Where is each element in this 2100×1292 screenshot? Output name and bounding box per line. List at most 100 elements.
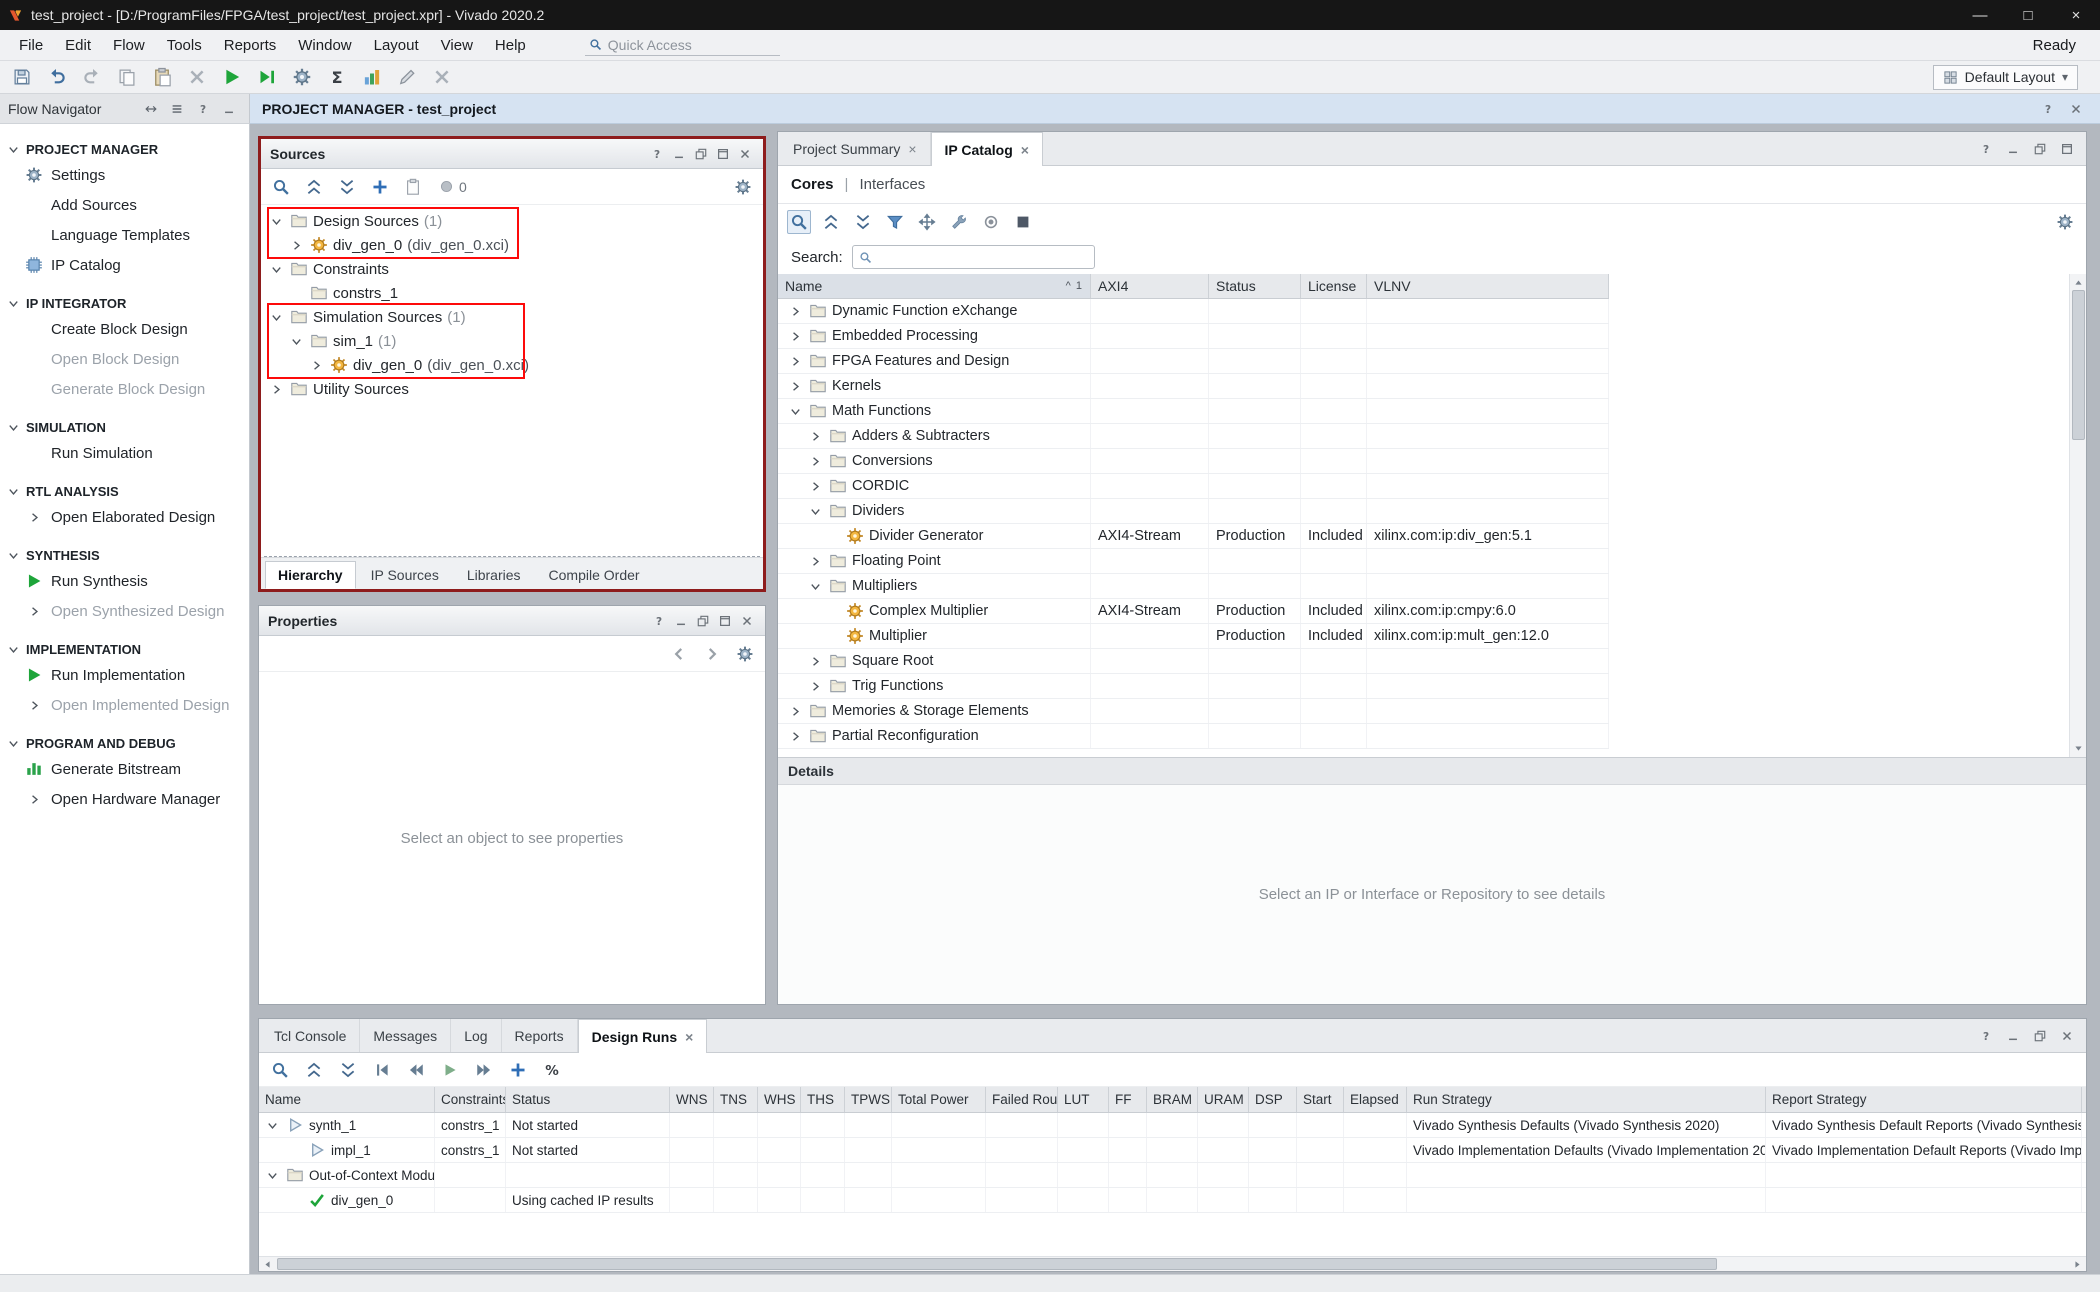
column-header-license[interactable]: License <box>1301 274 1367 298</box>
stop-button[interactable] <box>1011 210 1035 234</box>
sources-tab-ip-sources[interactable]: IP Sources <box>358 561 452 589</box>
nav-item-run-implementation[interactable]: Run Implementation <box>0 660 249 690</box>
run-row-synth-1[interactable]: synth_1constrs_1Not startedVivado Synthe… <box>259 1113 2086 1138</box>
nav-item-open-synthesized-design[interactable]: Open Synthesized Design <box>0 596 249 626</box>
play-soft-button[interactable] <box>438 1058 462 1082</box>
step-button[interactable] <box>255 65 279 89</box>
tab-design-runs[interactable]: Design Runs× <box>578 1019 708 1053</box>
chevron-right-slot[interactable] <box>786 730 804 743</box>
float-button[interactable] <box>693 611 712 630</box>
column-header-status[interactable]: Status <box>1209 274 1301 298</box>
nav-item-add-sources[interactable]: Add Sources <box>0 190 249 220</box>
chevron-down-slot[interactable] <box>267 215 285 228</box>
paste-button[interactable] <box>150 65 174 89</box>
nav-item-open-hardware-manager[interactable]: Open Hardware Manager <box>0 784 249 814</box>
chevron-right-slot[interactable] <box>806 430 824 443</box>
chevron-down-slot[interactable] <box>267 311 285 324</box>
sources-tab-libraries[interactable]: Libraries <box>454 561 534 589</box>
nav-item-generate-bitstream[interactable]: Generate Bitstream <box>0 754 249 784</box>
ip-row-square-root[interactable]: Square Root <box>778 649 1609 674</box>
chevron-down-slot[interactable] <box>263 1169 281 1182</box>
nav-item-settings[interactable]: Settings <box>0 160 249 190</box>
ip-row-multiplier[interactable]: MultiplierProductionIncludedxilinx.com:i… <box>778 624 1609 649</box>
close-window-button[interactable]: × <box>2052 0 2100 30</box>
collapse-button[interactable] <box>819 210 843 234</box>
scrollbar-thumb[interactable] <box>2072 290 2085 440</box>
column-header-run-strategy[interactable]: Run Strategy <box>1407 1087 1766 1112</box>
float-button[interactable] <box>2028 137 2052 161</box>
minimize-button[interactable] <box>2001 137 2025 161</box>
column-header-name[interactable]: Name <box>259 1087 435 1112</box>
vertical-scrollbar[interactable] <box>2069 274 2086 757</box>
run-button[interactable] <box>220 65 244 89</box>
float-button[interactable] <box>691 144 710 163</box>
scroll-down-button[interactable] <box>2071 741 2086 756</box>
source-tree-item-div-gen-0[interactable]: div_gen_0(div_gen_0.xci) <box>261 233 763 257</box>
column-header-total-power[interactable]: Total Power <box>892 1087 986 1112</box>
nav-item-generate-block-design[interactable]: Generate Block Design <box>0 374 249 404</box>
maximize-window-button[interactable]: □ <box>2004 0 2052 30</box>
nav-item-create-block-design[interactable]: Create Block Design <box>0 314 249 344</box>
redo-button[interactable] <box>80 65 104 89</box>
quick-access-search[interactable]: Quick Access <box>585 35 780 56</box>
ip-row-adders-subtracters[interactable]: Adders & Subtracters <box>778 424 1609 449</box>
source-tree-item-sim-1[interactable]: sim_1(1) <box>261 329 763 353</box>
subtab-cores[interactable]: Cores <box>791 176 834 193</box>
close-tab-icon[interactable]: × <box>1021 142 1029 158</box>
help-button[interactable]: ? <box>1974 1024 1998 1048</box>
chevron-right-slot[interactable] <box>786 355 804 368</box>
column-header-start[interactable]: Start <box>1297 1087 1344 1112</box>
source-tree-item-design-sources[interactable]: Design Sources(1) <box>261 209 763 233</box>
chevron-right-slot[interactable] <box>267 383 285 396</box>
scrollbar-track[interactable] <box>275 1258 2070 1271</box>
chevron-right-slot[interactable] <box>806 555 824 568</box>
sources-settings-button[interactable] <box>731 175 755 199</box>
run-row-impl-1[interactable]: impl_1constrs_1Not startedVivado Impleme… <box>259 1138 2086 1163</box>
nav-item-run-synthesis[interactable]: Run Synthesis <box>0 566 249 596</box>
scrollbar-track[interactable] <box>2071 290 2086 741</box>
column-header-uram[interactable]: URAM <box>1198 1087 1249 1112</box>
source-tree-item-utility-sources[interactable]: Utility Sources <box>261 377 763 401</box>
menu-tools[interactable]: Tools <box>156 33 213 58</box>
minimize-button[interactable] <box>671 611 690 630</box>
ip-row-math-functions[interactable]: Math Functions <box>778 399 1609 424</box>
gear-button[interactable] <box>733 642 757 666</box>
ip-row-dividers[interactable]: Dividers <box>778 499 1609 524</box>
edit-button[interactable] <box>395 65 419 89</box>
menu-window[interactable]: Window <box>287 33 362 58</box>
move-button[interactable] <box>915 210 939 234</box>
column-header-constraints[interactable]: Constraints <box>435 1087 506 1112</box>
target-button[interactable] <box>979 210 1003 234</box>
nav-section-header-simulation[interactable]: SIMULATION <box>0 417 249 438</box>
back-button[interactable] <box>667 642 691 666</box>
chevron-right-slot[interactable] <box>806 655 824 668</box>
nav-item-open-block-design[interactable]: Open Block Design <box>0 344 249 374</box>
maximize-button[interactable] <box>2055 137 2079 161</box>
nav-item-open-elaborated-design[interactable]: Open Elaborated Design <box>0 502 249 532</box>
nav-section-header-synthesis[interactable]: SYNTHESIS <box>0 545 249 566</box>
column-header-vlnv[interactable]: VLNV <box>1367 274 1609 298</box>
ip-row-divider-generator[interactable]: Divider GeneratorAXI4-StreamProductionIn… <box>778 524 1609 549</box>
expand-button[interactable] <box>336 1058 360 1082</box>
scrollbar-thumb[interactable] <box>277 1258 1717 1270</box>
horizontal-scrollbar[interactable] <box>259 1256 2086 1271</box>
nav-section-header-ip-integrator[interactable]: IP INTEGRATOR <box>0 293 249 314</box>
nav-item-language-templates[interactable]: Language Templates <box>0 220 249 250</box>
help-button[interactable]: ? <box>649 611 668 630</box>
arrows-lr-button[interactable] <box>139 97 163 121</box>
column-header-failed-routes[interactable]: Failed Routes <box>986 1087 1058 1112</box>
ip-row-complex-multiplier[interactable]: Complex MultiplierAXI4-StreamProductionI… <box>778 599 1609 624</box>
ip-catalog-settings-button[interactable] <box>2053 210 2077 234</box>
column-header-tpws[interactable]: TPWS <box>845 1087 892 1112</box>
source-tree-item-constrs-1[interactable]: constrs_1 <box>261 281 763 305</box>
plus-button[interactable] <box>368 175 392 199</box>
fast-back-button[interactable] <box>404 1058 428 1082</box>
chevron-right-slot[interactable] <box>307 359 325 372</box>
delete-button[interactable] <box>185 65 209 89</box>
menu-edit[interactable]: Edit <box>54 33 102 58</box>
skip-start-button[interactable] <box>370 1058 394 1082</box>
column-header-lut[interactable]: LUT <box>1058 1087 1109 1112</box>
search-button[interactable] <box>268 1058 292 1082</box>
column-header-dsp[interactable]: DSP <box>1249 1087 1297 1112</box>
hamburger-button[interactable] <box>165 97 189 121</box>
